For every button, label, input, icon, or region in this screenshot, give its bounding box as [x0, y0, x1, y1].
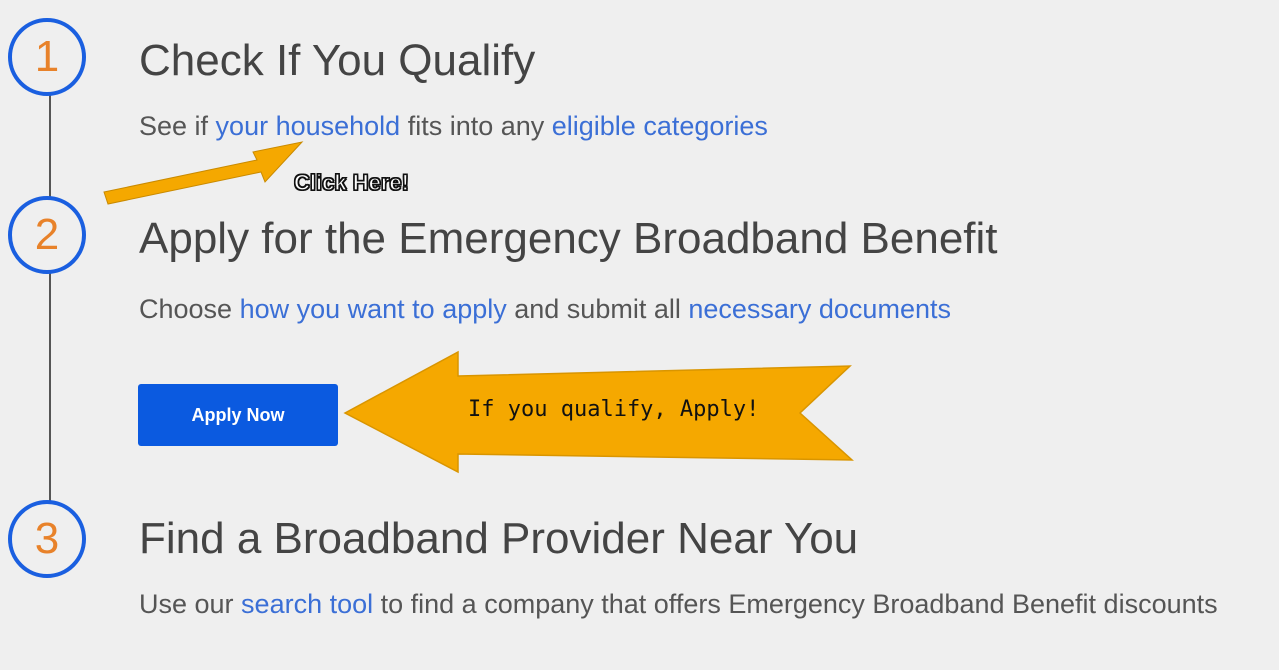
annotation-overlay	[103, 141, 854, 474]
banner-annotation-text: If you qualify, Apply!	[468, 397, 760, 422]
click-here-annotation: Click Here!	[293, 169, 409, 195]
pointer-arrow-icon	[103, 141, 304, 205]
